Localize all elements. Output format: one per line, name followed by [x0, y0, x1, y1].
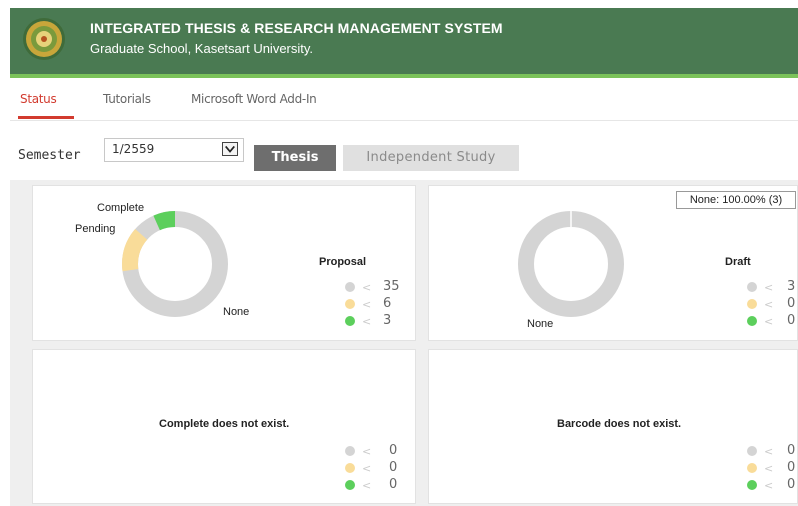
- chart-label-none: None: [223, 306, 250, 318]
- legend-dot-icon: [345, 446, 355, 456]
- app-title: INTEGRATED THESIS & RESEARCH MANAGEMENT …: [90, 20, 503, 36]
- legend-value: 0: [787, 313, 796, 328]
- panel-title-proposal: Proposal: [319, 256, 367, 268]
- proposal-donut-chart: [122, 211, 228, 317]
- barcode-panel: Barcode does not exist. < 0 < 0 < 0: [428, 349, 798, 504]
- legend-value: 0: [389, 477, 398, 492]
- legend-value: 0: [787, 460, 796, 475]
- tab-status[interactable]: Status: [20, 92, 57, 106]
- legend-value: 0: [787, 296, 796, 311]
- donut-segment-none: [518, 211, 624, 317]
- tab-tutorials[interactable]: Tutorials: [103, 92, 151, 106]
- app-header: INTEGRATED THESIS & RESEARCH MANAGEMENT …: [10, 8, 798, 78]
- legend-dot-icon: [345, 463, 355, 473]
- legend-value: 3: [787, 279, 796, 294]
- panel-title-draft: Draft: [725, 256, 751, 268]
- semester-selected-value: 1/2559: [112, 142, 155, 156]
- legend-value: 0: [787, 477, 796, 492]
- legend-value: 6: [383, 296, 392, 311]
- legend-symbol: <: [362, 445, 372, 458]
- legend-symbol: <: [362, 462, 372, 475]
- legend-symbol: <: [764, 462, 774, 475]
- independent-study-button[interactable]: Independent Study: [343, 145, 519, 171]
- legend-dot-icon: [747, 299, 757, 309]
- legend-value: 0: [389, 443, 398, 458]
- legend-dot-icon: [747, 480, 757, 490]
- semester-label: Semester: [18, 148, 81, 163]
- legend-symbol: <: [764, 281, 774, 294]
- tab-bar: Status Tutorials Microsoft Word Add-In: [10, 78, 798, 121]
- draft-donut-chart: [518, 211, 624, 317]
- legend-value: 0: [787, 443, 796, 458]
- active-tab-indicator: [18, 116, 74, 119]
- legend-dot-icon: [747, 463, 757, 473]
- donut-segment-none: [122, 211, 228, 317]
- legend-value: 0: [389, 460, 398, 475]
- legend-symbol: <: [764, 479, 774, 492]
- legend-dot-icon: [345, 316, 355, 326]
- legend-value: 3: [383, 313, 392, 328]
- app-subtitle: Graduate School, Kasetsart University.: [90, 41, 314, 56]
- legend-symbol: <: [362, 281, 372, 294]
- legend-symbol: <: [764, 298, 774, 311]
- complete-panel: Complete does not exist. < 0 < 0 < 0: [32, 349, 416, 504]
- legend-symbol: <: [362, 315, 372, 328]
- legend-dot-icon: [747, 316, 757, 326]
- legend-dot-icon: [747, 282, 757, 292]
- legend-value: 35: [383, 279, 400, 294]
- legend-dot-icon: [345, 299, 355, 309]
- chevron-down-icon[interactable]: [222, 142, 238, 156]
- empty-message: Barcode does not exist.: [557, 418, 682, 430]
- chart-label-complete: Complete: [97, 202, 145, 214]
- legend-dot-icon: [747, 446, 757, 456]
- legend-symbol: <: [362, 298, 372, 311]
- kasetsart-logo-icon: [23, 18, 65, 60]
- chart-tooltip: None: 100.00% (3): [676, 191, 796, 209]
- chart-label-none: None: [527, 318, 554, 330]
- proposal-panel: Complete Pending None Proposal < 35 < 6 …: [32, 185, 416, 341]
- empty-message: Complete does not exist.: [159, 418, 290, 430]
- semester-select[interactable]: 1/2559: [104, 138, 244, 162]
- legend-dot-icon: [345, 480, 355, 490]
- legend-symbol: <: [764, 445, 774, 458]
- legend-symbol: <: [362, 479, 372, 492]
- chart-label-pending: Pending: [75, 223, 116, 235]
- thesis-button[interactable]: Thesis: [254, 145, 336, 171]
- tab-microsoft-word-add-in[interactable]: Microsoft Word Add-In: [191, 92, 317, 106]
- legend-symbol: <: [764, 315, 774, 328]
- legend-dot-icon: [345, 282, 355, 292]
